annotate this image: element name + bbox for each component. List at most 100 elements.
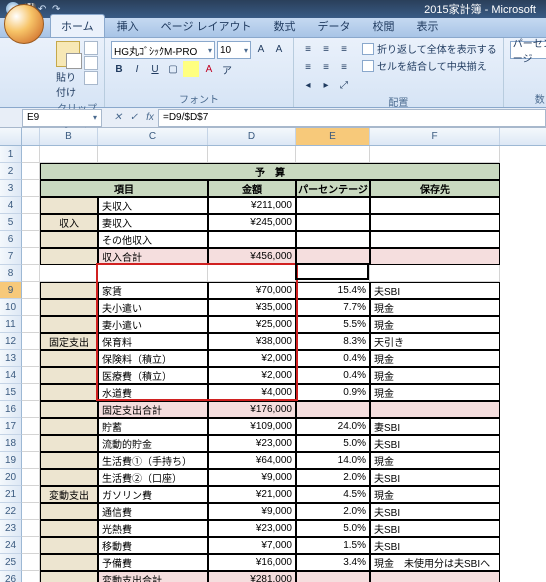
paste-button[interactable]: 貼り付け — [56, 41, 80, 99]
cell[interactable]: その他収入 — [98, 231, 208, 248]
wrap-text-button[interactable]: 折り返して全体を表示する — [362, 41, 497, 56]
enter-icon[interactable]: ✓ — [126, 110, 142, 126]
align-center-button[interactable]: ≡ — [318, 59, 334, 75]
cancel-icon[interactable]: ✕ — [110, 110, 126, 126]
cell[interactable]: 2.0% — [296, 469, 370, 486]
var-cat[interactable] — [40, 554, 98, 571]
cell[interactable]: 夫SBI — [370, 520, 500, 537]
fill-color-button[interactable] — [183, 61, 199, 77]
grow-font-button[interactable]: A — [253, 41, 269, 57]
font-color-button[interactable]: A — [201, 61, 217, 77]
cell[interactable] — [22, 469, 40, 486]
var-cat[interactable] — [40, 452, 98, 469]
cell[interactable]: 現金 未使用分は夫SBIへ — [370, 554, 500, 571]
align-right-button[interactable]: ≡ — [336, 59, 352, 75]
cell[interactable] — [22, 333, 40, 350]
cell[interactable]: 5.0% — [296, 435, 370, 452]
fixed-cat[interactable] — [40, 316, 98, 333]
row-header[interactable]: 6 — [0, 231, 22, 248]
cell[interactable]: 2.0% — [296, 503, 370, 520]
cell[interactable]: 夫小遣い — [98, 299, 208, 316]
cell[interactable] — [22, 350, 40, 367]
font-name-combo[interactable]: HG丸ｺﾞｼｯｸM-PRO▾ — [111, 41, 215, 59]
cell[interactable]: 予備費 — [98, 554, 208, 571]
cell[interactable]: ¥211,000 — [208, 197, 296, 214]
cell[interactable]: ¥7,000 — [208, 537, 296, 554]
cell[interactable]: 妻小遣い — [98, 316, 208, 333]
cell[interactable]: ¥70,000 — [208, 282, 296, 299]
cell[interactable] — [40, 248, 98, 265]
cell[interactable]: 流動的貯金 — [98, 435, 208, 452]
cell[interactable] — [296, 265, 370, 282]
cell[interactable] — [22, 180, 40, 197]
cell[interactable] — [296, 197, 370, 214]
cell[interactable] — [40, 571, 98, 582]
cell[interactable]: 15.4% — [296, 282, 370, 299]
cell[interactable] — [370, 146, 500, 163]
cell[interactable] — [296, 401, 370, 418]
cell[interactable]: 光熱費 — [98, 520, 208, 537]
name-box[interactable]: E9▾ — [22, 109, 102, 127]
row-header[interactable]: 18 — [0, 435, 22, 452]
var-cat[interactable] — [40, 503, 98, 520]
cell[interactable]: 夫SBI — [370, 503, 500, 520]
income-cat[interactable]: 収入 — [40, 214, 98, 231]
cell[interactable]: 5.0% — [296, 520, 370, 537]
var-cat[interactable] — [40, 469, 98, 486]
bold-button[interactable]: B — [111, 61, 127, 77]
cell[interactable]: ¥2,000 — [208, 367, 296, 384]
cell[interactable] — [296, 214, 370, 231]
fixed-cat[interactable] — [40, 299, 98, 316]
cell[interactable]: 保険料（積立） — [98, 350, 208, 367]
cell[interactable]: 0.4% — [296, 350, 370, 367]
fixed-cat[interactable] — [40, 384, 98, 401]
row-header[interactable]: 4 — [0, 197, 22, 214]
underline-button[interactable]: U — [147, 61, 163, 77]
cell[interactable] — [40, 231, 98, 248]
cell[interactable]: ¥23,000 — [208, 435, 296, 452]
fixed-cat[interactable] — [40, 282, 98, 299]
cell[interactable]: 8.3% — [296, 333, 370, 350]
row-header[interactable]: 2 — [0, 163, 22, 180]
cell[interactable] — [22, 554, 40, 571]
cut-icon[interactable] — [84, 41, 98, 55]
cell[interactable] — [22, 486, 40, 503]
tab-insert[interactable]: 挿入 — [107, 15, 149, 37]
tab-formulas[interactable]: 数式 — [264, 15, 306, 37]
cell[interactable] — [22, 503, 40, 520]
cell[interactable]: ¥281,000 — [208, 571, 296, 582]
align-middle-button[interactable]: ≡ — [318, 41, 334, 57]
row-header[interactable]: 24 — [0, 537, 22, 554]
income-cat[interactable] — [40, 197, 98, 214]
cell[interactable]: 0.9% — [296, 384, 370, 401]
row-header[interactable]: 22 — [0, 503, 22, 520]
cell[interactable] — [370, 571, 500, 582]
row-header[interactable]: 14 — [0, 367, 22, 384]
cell[interactable]: 7.7% — [296, 299, 370, 316]
formula-bar[interactable]: =D9/$D$7 — [158, 109, 546, 127]
cell[interactable] — [98, 265, 208, 282]
cell[interactable] — [22, 367, 40, 384]
cell[interactable] — [22, 435, 40, 452]
cell[interactable] — [22, 418, 40, 435]
italic-button[interactable]: I — [129, 61, 145, 77]
col-header-d[interactable]: D — [208, 128, 296, 145]
cell[interactable]: 夫SBI — [370, 435, 500, 452]
cell[interactable] — [296, 248, 370, 265]
var-cat[interactable]: 変動支出 — [40, 486, 98, 503]
row-header[interactable]: 9 — [0, 282, 22, 299]
hdr-amount[interactable]: 金額 — [208, 180, 296, 197]
cell[interactable]: 生活費②（口座） — [98, 469, 208, 486]
select-all-corner[interactable] — [0, 128, 22, 145]
align-left-button[interactable]: ≡ — [300, 59, 316, 75]
row-header[interactable]: 21 — [0, 486, 22, 503]
cell[interactable]: ¥21,000 — [208, 486, 296, 503]
cell[interactable]: 天引き — [370, 333, 500, 350]
number-format-combo[interactable]: パーセンテージ — [510, 41, 546, 59]
orientation-button[interactable]: ⤢ — [336, 77, 352, 93]
cell[interactable]: ¥456,000 — [208, 248, 296, 265]
hdr-pct[interactable]: パーセンテージ — [296, 180, 370, 197]
tab-review[interactable]: 校閲 — [363, 15, 405, 37]
cell[interactable]: ¥9,000 — [208, 469, 296, 486]
cell[interactable] — [208, 231, 296, 248]
